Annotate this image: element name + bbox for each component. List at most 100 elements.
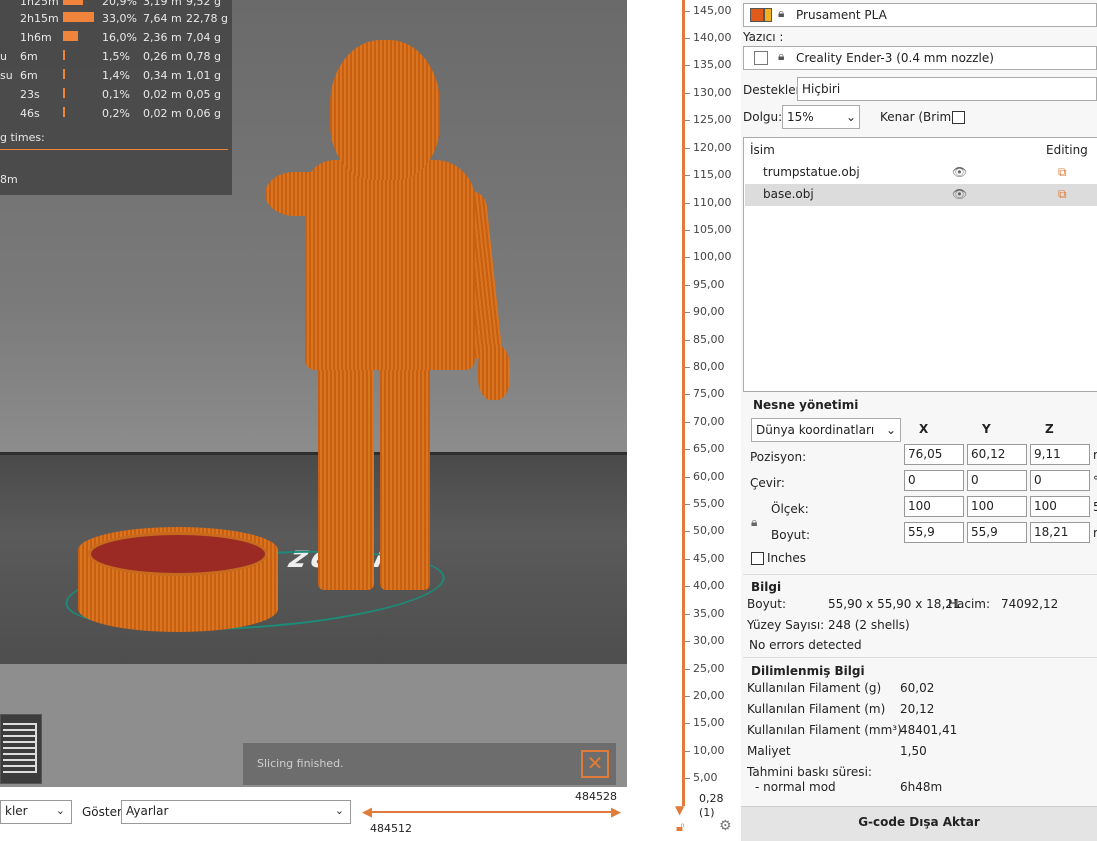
list-header-name[interactable]: İsim	[750, 143, 775, 157]
size-x-field[interactable]: 55,9	[904, 522, 964, 543]
feature-length: 7,64 m	[143, 12, 182, 25]
show-label: Göster	[82, 805, 122, 819]
layer-slider-bottom-index: (1)	[699, 806, 715, 819]
statue-arm[interactable]	[265, 172, 325, 216]
object-manipulation-title: Nesne yönetimi	[753, 398, 859, 412]
layer-tick: 5,00	[685, 771, 718, 784]
feature-percent: 33,0%	[102, 12, 137, 25]
supports-label: Destekler:	[743, 83, 805, 97]
rotate-z-field[interactable]: 0	[1030, 470, 1090, 491]
edit-settings-icon[interactable]: ⧉	[1058, 165, 1067, 180]
layer-tick: 100,00	[685, 250, 732, 263]
object-row[interactable]: base.obj 👁︎ ⧉	[745, 184, 1097, 206]
inches-checkbox[interactable]	[751, 552, 764, 565]
scale-y-field[interactable]: 100	[967, 496, 1027, 517]
filament-select[interactable]: 🔒︎ Prusament PLA	[743, 3, 1097, 27]
printer-name: Creality Ender-3 (0.4 mm nozzle)	[796, 51, 994, 65]
close-icon[interactable]: ✕	[581, 750, 609, 778]
axis-y-header: Y	[982, 422, 991, 436]
scale-x-field[interactable]: 100	[904, 496, 964, 517]
sliced-row-label: Kullanılan Filament (m)	[747, 702, 886, 716]
position-x-field[interactable]: 76,05	[904, 444, 964, 465]
scale-lock-icon[interactable]: 🔒︎	[751, 515, 757, 530]
feature-time: 6m	[20, 50, 38, 63]
statue-leg[interactable]	[380, 360, 430, 590]
feature-length: 3,19 m	[143, 0, 182, 8]
statue-body[interactable]	[305, 160, 475, 370]
layers-preview-icon[interactable]	[0, 714, 42, 784]
feature-percent: 1,5%	[102, 50, 130, 63]
supports-select[interactable]: Hiçbiri	[797, 77, 1097, 101]
info-volume-label: Hacim:	[948, 597, 991, 611]
layer-tick: 140,00	[685, 31, 732, 44]
sliced-info-title: Dilimlenmiş Bilgi	[751, 664, 865, 678]
feature-percent: 20,9%	[102, 0, 137, 8]
layer-tick: 25,00	[685, 662, 725, 675]
layer-slider[interactable]: 145,00 140,00 135,00 130,00 125,00 120,0…	[627, 0, 741, 841]
feature-length: 0,34 m	[143, 69, 182, 82]
slider-thumb-right-icon[interactable]: ▶	[611, 805, 621, 820]
eye-icon[interactable]: 👁︎	[952, 165, 967, 179]
gear-icon[interactable]: ⚙	[719, 818, 732, 834]
view-type-select[interactable]: kler ⌄	[0, 800, 72, 824]
feature-bar	[63, 50, 65, 60]
rotate-y-field[interactable]: 0	[967, 470, 1027, 491]
feature-weight: 9,52 g	[186, 0, 221, 8]
statue-hand[interactable]	[478, 345, 510, 400]
section-divider	[743, 574, 1097, 575]
brim-checkbox[interactable]	[952, 111, 965, 124]
normal-mode-label: - normal mod	[755, 780, 836, 794]
bottom-toolbar: kler ⌄ Göster Ayarlar ⌄ 484528 ◀ ▶ 48451…	[0, 787, 627, 841]
stats-times-label: g times:	[0, 131, 45, 144]
layers-stack-graphic	[3, 723, 37, 773]
layer-tick: 135,00	[685, 58, 732, 71]
slider-thumb-left-icon[interactable]: ◀	[362, 805, 372, 820]
printer-label: Yazıcı :	[743, 30, 784, 44]
size-z-field[interactable]: 18,21	[1030, 522, 1090, 543]
rotate-x-field[interactable]: 0	[904, 470, 964, 491]
show-select[interactable]: Ayarlar ⌄	[121, 800, 351, 824]
statue-head[interactable]	[330, 40, 440, 180]
horizontal-slider-track[interactable]	[368, 811, 618, 813]
stats-row: u 6m 1,5% 0,26 m 0,78 g	[0, 50, 232, 66]
info-size-value: 55,90 x 55,90 x 18,21	[828, 597, 961, 611]
edit-settings-icon[interactable]: ⧉	[1058, 187, 1067, 202]
slider-thumb-down-icon[interactable]: ▼	[675, 803, 684, 817]
chevron-down-icon: ⌄	[334, 804, 344, 817]
layer-tick: 115,00	[685, 168, 732, 181]
feature-weight: 1,01 g	[186, 69, 221, 82]
eye-icon[interactable]: 👁︎	[952, 187, 967, 201]
sliced-row-label: Maliyet	[747, 744, 791, 758]
scale-z-field[interactable]: 100	[1030, 496, 1090, 517]
horizontal-slider-lower-value: 484512	[370, 822, 412, 835]
infill-select[interactable]: 15% ⌄	[782, 105, 860, 129]
unlock-icon[interactable]: 🔓︎	[676, 820, 684, 835]
3d-viewport[interactable]: zeler 1h25m 20,9% 3,19 m 9,52 g 2h15m 33…	[0, 0, 627, 787]
layer-tick: 35,00	[685, 607, 725, 620]
object-list: İsim Editing trumpstatue.obj 👁︎ ⧉ base.o…	[743, 137, 1097, 392]
coordinates-value: Dünya koordinatları	[756, 423, 875, 437]
list-header-editing[interactable]: Editing	[1046, 143, 1088, 157]
layer-tick: 110,00	[685, 196, 732, 209]
object-name: base.obj	[763, 187, 814, 201]
object-row[interactable]: trumpstatue.obj 👁︎ ⧉	[745, 162, 1097, 184]
feature-weight: 0,78 g	[186, 50, 221, 63]
size-y-field[interactable]: 55,9	[967, 522, 1027, 543]
position-z-field[interactable]: 9,11	[1030, 444, 1090, 465]
axis-z-header: Z	[1045, 422, 1054, 436]
stats-total-time: 8m	[0, 173, 18, 186]
sliced-row-value: 60,02	[900, 681, 935, 695]
feature-bar	[63, 0, 83, 5]
position-y-field[interactable]: 60,12	[967, 444, 1027, 465]
statue-leg[interactable]	[318, 360, 374, 590]
feature-label: su	[0, 69, 13, 82]
section-divider	[743, 657, 1097, 658]
layer-tick: 70,00	[685, 415, 725, 428]
layer-tick: 105,00	[685, 223, 732, 236]
position-label: Pozisyon:	[750, 450, 807, 464]
feature-bar	[63, 12, 94, 22]
stats-row: 1h25m 20,9% 3,19 m 9,52 g	[0, 0, 232, 11]
coordinates-select[interactable]: Dünya koordinatları ⌄	[751, 418, 901, 442]
export-gcode-button[interactable]: G-code Dışa Aktar	[741, 806, 1097, 841]
printer-select[interactable]: 🔒︎ Creality Ender-3 (0.4 mm nozzle)	[743, 46, 1097, 70]
